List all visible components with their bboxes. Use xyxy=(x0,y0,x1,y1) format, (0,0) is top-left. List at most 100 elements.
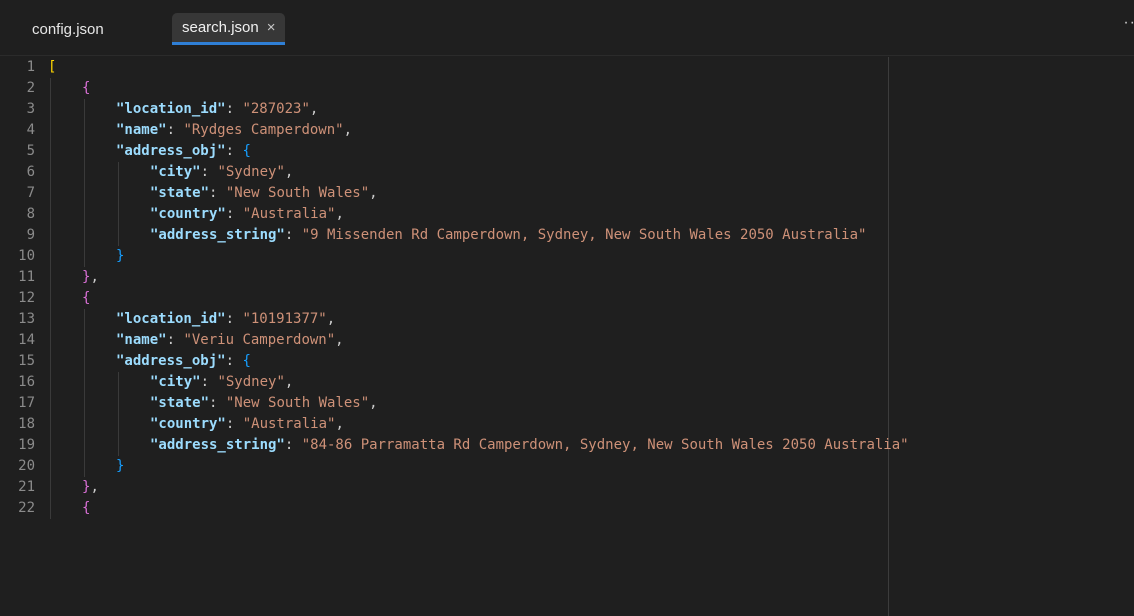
code-editor[interactable]: 1[2{3 "location_id": "287023", 4 "name": "R… xyxy=(0,57,1134,616)
line-number: 10 xyxy=(18,248,35,264)
line-content: { xyxy=(82,498,90,519)
indent-guide xyxy=(50,267,51,288)
indent-guide xyxy=(50,477,51,498)
code-line[interactable]: 21}, xyxy=(0,477,1134,498)
code-line[interactable]: 8 "country": "Australia", xyxy=(0,204,1134,225)
indent-guide xyxy=(50,162,51,183)
line-number: 11 xyxy=(18,269,35,285)
json-punctuation: , xyxy=(335,206,344,222)
line-content: "location_id": "10191377", xyxy=(116,309,335,330)
more-actions-icon[interactable]: ·· xyxy=(1123,14,1134,32)
code-line[interactable]: 20} xyxy=(0,456,1134,477)
json-key: "state" xyxy=(150,395,210,411)
indent-guide xyxy=(118,435,119,456)
line-content: { xyxy=(82,78,90,99)
line-content: } xyxy=(116,246,124,267)
tab-label: search.json xyxy=(182,19,259,36)
close-icon[interactable]: × xyxy=(267,20,276,35)
tab-bar: config.json search.json × ·· xyxy=(0,0,1134,56)
json-punctuation: : xyxy=(225,353,243,369)
indent-guide xyxy=(50,435,51,456)
json-bracket: } xyxy=(116,248,125,264)
line-content: }, xyxy=(82,267,99,288)
indent-guide xyxy=(84,393,85,414)
line-number: 18 xyxy=(18,416,35,432)
indent-guide xyxy=(84,162,85,183)
tab-config-json[interactable]: config.json xyxy=(18,13,118,45)
code-line[interactable]: 17 "state": "New South Wales", xyxy=(0,393,1134,414)
indent-guide xyxy=(84,99,85,120)
code-line[interactable]: 12 { xyxy=(0,288,1134,309)
indent-guide xyxy=(118,225,119,246)
json-bracket: { xyxy=(242,353,251,369)
code-line[interactable]: 22 { xyxy=(0,498,1134,519)
json-string: "Australia" xyxy=(242,416,336,432)
indent-guide xyxy=(84,120,85,141)
json-bracket: { xyxy=(82,500,91,516)
json-punctuation: , xyxy=(335,416,344,432)
code-line[interactable]: 2{ xyxy=(0,78,1134,99)
json-punctuation: : xyxy=(200,374,218,390)
code-line[interactable]: 7 "state": "New South Wales", xyxy=(0,183,1134,204)
code-line[interactable]: 11}, xyxy=(0,267,1134,288)
tab-search-json[interactable]: search.json × xyxy=(172,13,286,45)
code-line[interactable]: 3 "location_id": "287023", xyxy=(0,99,1134,120)
line-number: 13 xyxy=(18,311,35,327)
json-key: "location_id" xyxy=(116,311,226,327)
json-punctuation: , xyxy=(335,332,344,348)
line-content: "address_obj": { xyxy=(116,351,251,372)
json-string: "New South Wales" xyxy=(225,395,370,411)
indent-guide xyxy=(84,141,85,162)
indent-guide xyxy=(84,204,85,225)
json-string: "Veriu Camperdown" xyxy=(183,332,336,348)
indent-guide xyxy=(84,309,85,330)
json-key: "name" xyxy=(116,332,167,348)
indent-guide xyxy=(118,204,119,225)
line-number: 22 xyxy=(18,500,35,516)
json-key: "name" xyxy=(116,122,167,138)
json-bracket: { xyxy=(82,80,91,96)
code-line[interactable]: 18 "country": "Australia", xyxy=(0,414,1134,435)
code-line[interactable]: 14 "name": "Veriu Camperdown", xyxy=(0,330,1134,351)
code-line[interactable]: 10} xyxy=(0,246,1134,267)
line-number: 15 xyxy=(18,353,35,369)
indent-guide xyxy=(118,372,119,393)
code-line[interactable]: 4 "name": "Rydges Camperdown", xyxy=(0,120,1134,141)
indent-guide xyxy=(84,435,85,456)
code-line[interactable]: 19 "address_string": "84-86 Parramatta Rd… xyxy=(0,435,1134,456)
code-line[interactable]: 6 "city": "Sydney", xyxy=(0,162,1134,183)
indent-guide xyxy=(118,183,119,204)
json-string: "10191377" xyxy=(242,311,327,327)
line-number: 14 xyxy=(18,332,35,348)
json-string: "287023" xyxy=(242,101,310,117)
code-line[interactable]: 1[ xyxy=(0,57,1134,78)
indent-guide xyxy=(50,225,51,246)
line-number: 12 xyxy=(18,290,35,306)
code-line[interactable]: 13 "location_id": "10191377", xyxy=(0,309,1134,330)
indent-guide xyxy=(84,351,85,372)
indent-guide xyxy=(50,414,51,435)
line-number: 19 xyxy=(18,437,35,453)
code-line[interactable]: 16 "city": "Sydney", xyxy=(0,372,1134,393)
json-punctuation: , xyxy=(369,185,378,201)
json-key: "address_obj" xyxy=(116,143,226,159)
indent-guide xyxy=(50,330,51,351)
indent-guide xyxy=(118,393,119,414)
code-line[interactable]: 5 "address_obj": { xyxy=(0,141,1134,162)
json-bracket: { xyxy=(82,290,91,306)
json-string: "Sydney" xyxy=(217,374,285,390)
line-number: 7 xyxy=(26,185,35,201)
indent-guide xyxy=(84,414,85,435)
json-bracket: [ xyxy=(48,59,57,75)
line-number: 5 xyxy=(26,143,35,159)
json-key: "city" xyxy=(150,164,201,180)
line-content: "address_string": "9 Missenden Rd Camper… xyxy=(150,225,866,246)
indent-guide xyxy=(50,183,51,204)
indent-guide xyxy=(118,414,119,435)
line-number: 6 xyxy=(26,164,35,180)
json-punctuation: , xyxy=(326,311,336,327)
indent-guide xyxy=(50,309,51,330)
code-line[interactable]: 15 "address_obj": { xyxy=(0,351,1134,372)
code-line[interactable]: 9 "address_string": "9 Missenden Rd Campe… xyxy=(0,225,1134,246)
json-punctuation: : xyxy=(225,101,243,117)
